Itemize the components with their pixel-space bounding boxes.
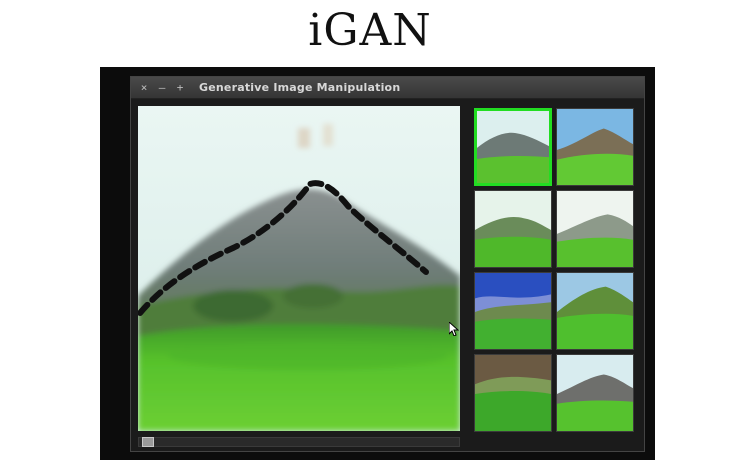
window-titlebar[interactable]: × – + Generative Image Manipulation xyxy=(131,77,644,99)
candidate-thumbnail-4[interactable] xyxy=(556,190,634,268)
candidate-thumbnail-8[interactable] xyxy=(556,354,634,432)
slide-title: iGAN xyxy=(308,5,432,56)
minimize-icon[interactable]: – xyxy=(157,82,167,93)
candidate-thumbnail-5[interactable] xyxy=(474,272,552,350)
generated-image xyxy=(138,106,460,431)
app-window: × – + Generative Image Manipulation xyxy=(130,76,645,452)
candidate-thumbnail-7[interactable] xyxy=(474,354,552,432)
candidate-thumbnail-1[interactable] xyxy=(474,108,552,186)
maximize-icon[interactable]: + xyxy=(175,82,185,93)
candidate-thumbnail-6[interactable] xyxy=(556,272,634,350)
candidate-thumbnail-2[interactable] xyxy=(556,108,634,186)
candidate-thumbnail-3[interactable] xyxy=(474,190,552,268)
window-title: Generative Image Manipulation xyxy=(199,81,401,94)
horizontal-scrollbar[interactable] xyxy=(138,437,460,447)
close-icon[interactable]: × xyxy=(139,82,149,93)
candidate-grid xyxy=(474,108,636,432)
scrollbar-handle[interactable] xyxy=(142,437,154,447)
mouse-cursor-icon xyxy=(449,322,459,336)
drawing-canvas[interactable] xyxy=(138,106,460,431)
